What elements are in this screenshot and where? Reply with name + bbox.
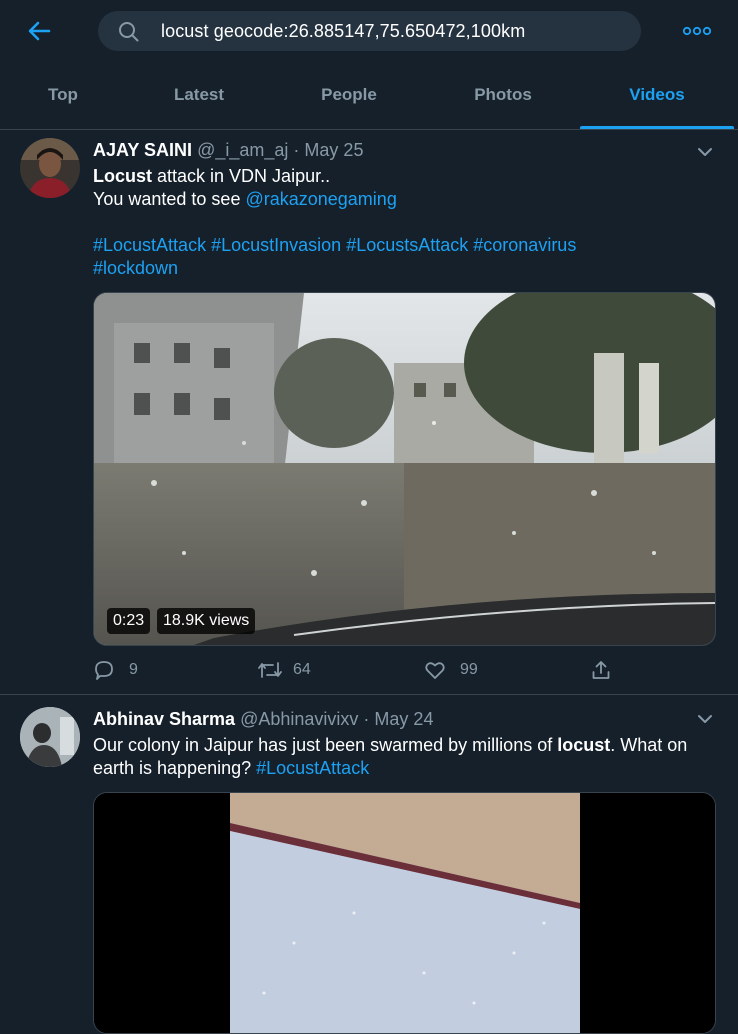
back-arrow-icon[interactable] <box>22 14 56 48</box>
chevron-down-icon[interactable] <box>694 141 716 163</box>
hashtag-link[interactable]: #LocustAttack <box>256 758 369 778</box>
video-duration: 0:23 <box>107 608 151 634</box>
text-segment: attack in VDN Jaipur.. <box>152 166 331 186</box>
tweet-date[interactable]: May 25 <box>304 140 363 160</box>
tweet-text: Locust attack in VDN Jaipur.. You wanted… <box>93 165 718 280</box>
more-options-icon[interactable] <box>680 20 714 42</box>
display-name[interactable]: Abhinav Sharma <box>93 709 235 729</box>
separator: · <box>363 709 370 729</box>
separator: · <box>293 140 300 160</box>
tab-videos[interactable]: Videos <box>600 62 714 128</box>
tweet-actions: 9 64 99 <box>93 656 718 684</box>
hashtag-link[interactable]: #LocustInvasion <box>211 235 341 255</box>
hashtag-link[interactable]: #lockdown <box>93 258 178 278</box>
display-name[interactable]: AJAY SAINI <box>93 140 192 160</box>
avatar[interactable] <box>20 707 80 767</box>
user-handle[interactable]: @_i_am_aj <box>197 140 288 160</box>
tweet-date[interactable]: May 24 <box>374 709 433 729</box>
tab-photos[interactable]: Photos <box>454 62 552 128</box>
search-header: locust geocode:26.885147,75.650472,100km… <box>0 0 738 130</box>
search-icon <box>118 21 139 42</box>
search-tabs: Top Latest People Photos Videos <box>0 62 738 130</box>
text-segment: You wanted to see <box>93 189 246 209</box>
tab-top[interactable]: Top <box>25 62 101 128</box>
avatar[interactable] <box>20 138 80 198</box>
tweet-header: Abhinav Sharma @Abhinavivixv · May 24 <box>93 709 433 730</box>
tab-latest[interactable]: Latest <box>150 62 248 128</box>
video-player[interactable] <box>93 792 716 1034</box>
tab-people[interactable]: People <box>300 62 398 128</box>
retweet-icon <box>258 662 282 678</box>
chevron-down-icon[interactable] <box>694 708 716 730</box>
mention-link[interactable]: @rakazonegaming <box>245 189 396 209</box>
search-query[interactable]: locust geocode:26.885147,75.650472,100km <box>161 21 525 42</box>
video-thumbnail <box>94 793 715 1033</box>
heart-icon <box>425 662 445 679</box>
reply-icon <box>95 661 113 680</box>
video-thumbnail <box>94 293 715 645</box>
hashtag-link[interactable]: #LocustAttack <box>93 235 206 255</box>
tweet[interactable]: Abhinav Sharma @Abhinavivixv · May 24 Ou… <box>0 695 738 1034</box>
retweet-count: 64 <box>293 661 311 678</box>
share-icon <box>592 661 610 679</box>
tweet-header: AJAY SAINI @_i_am_aj · May 25 <box>93 140 363 161</box>
tweet-text: Our colony in Jaipur has just been swarm… <box>93 734 718 780</box>
highlighted-keyword: Locust <box>93 166 153 186</box>
like-count: 99 <box>460 661 478 678</box>
user-handle[interactable]: @Abhinavivixv <box>240 709 358 729</box>
video-views: 18.9K views <box>157 608 256 634</box>
highlighted-keyword: locust <box>557 735 611 755</box>
text-segment: Our colony in Jaipur has just been swarm… <box>93 735 558 755</box>
reply-count: 9 <box>129 661 138 678</box>
tweet[interactable]: AJAY SAINI @_i_am_aj · May 25 Locust att… <box>0 130 738 695</box>
search-input[interactable]: locust geocode:26.885147,75.650472,100km <box>98 11 641 51</box>
hashtag-link[interactable]: #coronavirus <box>473 235 576 255</box>
video-player[interactable]: 0:23 18.9K views <box>93 292 716 646</box>
hashtag-link[interactable]: #LocustsAttack <box>346 235 468 255</box>
